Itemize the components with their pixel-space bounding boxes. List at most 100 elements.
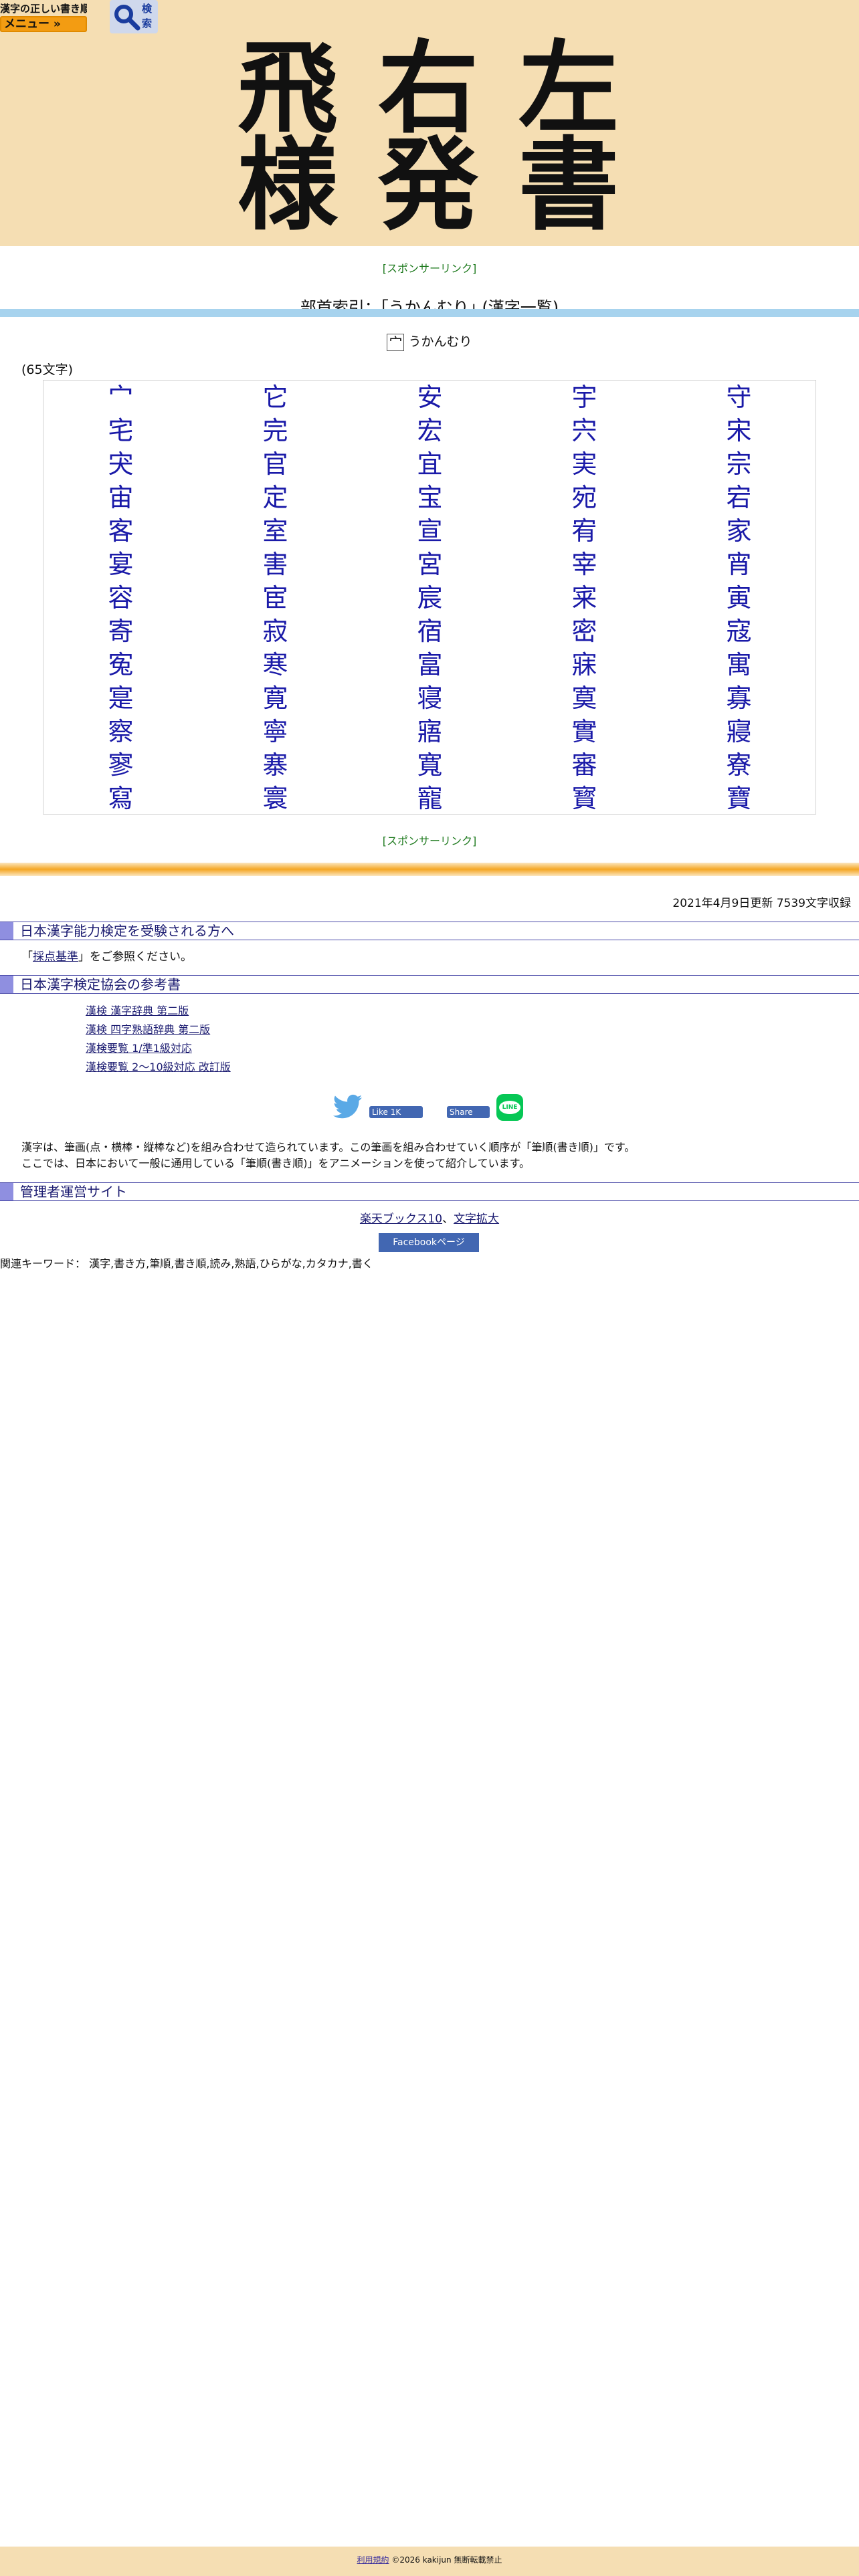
text-zoom-link[interactable]: 文字拡大 xyxy=(454,1212,499,1226)
kanji-link[interactable]: 客 xyxy=(43,514,198,548)
book-link[interactable]: 漢検要覧 2～10級対応 改訂版 xyxy=(86,1058,231,1077)
share-buttons: Like 1K Share LINE xyxy=(0,1094,859,1121)
kanji-link[interactable]: 宷 xyxy=(507,581,662,615)
kanji-link[interactable]: 家 xyxy=(662,514,816,548)
kanji-link[interactable]: 宰 xyxy=(507,548,662,581)
kanji-link[interactable]: 宅 xyxy=(43,414,198,447)
books-heading: 日本漢字検定協会の参考書 xyxy=(0,975,859,994)
hero-char: 発 xyxy=(377,126,478,244)
facebook-like-button[interactable]: Like 1K xyxy=(369,1106,423,1118)
search-icon xyxy=(114,5,140,31)
kanji-link[interactable]: 寥 xyxy=(43,748,198,782)
kanji-link[interactable]: 宊 xyxy=(43,447,198,481)
kanji-link[interactable]: 寔 xyxy=(43,681,198,715)
kanji-link[interactable]: 寄 xyxy=(43,615,198,648)
kanji-link[interactable]: 宮 xyxy=(353,548,507,581)
kanji-link[interactable]: 宙 xyxy=(43,481,198,514)
copyright: ©2026 kakijun 無断転載禁止 xyxy=(389,2555,502,2565)
menu-button[interactable]: メニュー » xyxy=(0,16,87,32)
kanji-link[interactable]: 宕 xyxy=(662,481,816,514)
kanji-link[interactable]: 宜 xyxy=(353,447,507,481)
kanji-link[interactable]: 寳 xyxy=(507,782,662,815)
kanji-link[interactable]: 安 xyxy=(353,381,507,414)
kanji-link[interactable]: 宇 xyxy=(507,381,662,414)
kanji-link[interactable]: 室 xyxy=(198,514,353,548)
site-logo[interactable]: 漢字の正しい書き順(筆順) xyxy=(0,0,87,17)
kanji-link[interactable]: 寵 xyxy=(353,782,507,815)
description-line-2: ここでは、日本において一般に通用している「筆順(書き順)」をアニメーションを使っ… xyxy=(21,1157,531,1170)
kanji-link[interactable]: 寅 xyxy=(662,581,816,615)
kanji-link[interactable]: 密 xyxy=(507,615,662,648)
kanji-link[interactable]: 寡 xyxy=(662,681,816,715)
kanji-link[interactable]: 宀 xyxy=(43,381,198,414)
kanji-link[interactable]: 宗 xyxy=(662,447,816,481)
facebook-page-button[interactable]: Facebookページ xyxy=(379,1233,479,1252)
search-button[interactable]: 検索 xyxy=(110,0,158,33)
kanji-link[interactable]: 寫 xyxy=(43,782,198,815)
book-link[interactable]: 漢検 漢字辞典 第二版 xyxy=(86,1002,231,1021)
kanji-link[interactable]: 寮 xyxy=(662,748,816,782)
kanji-link[interactable]: 完 xyxy=(198,414,353,447)
radical-heading: 宀うかんむり xyxy=(0,332,859,351)
kanji-link[interactable]: 寂 xyxy=(198,615,353,648)
exam-heading: 日本漢字能力検定を受験される方へ xyxy=(0,922,859,940)
kanji-link[interactable]: 審 xyxy=(507,748,662,782)
kanji-link[interactable]: 守 xyxy=(662,381,816,414)
terms-link[interactable]: 利用規約 xyxy=(357,2555,389,2565)
kanji-link[interactable]: 宍 xyxy=(507,414,662,447)
kanji-link[interactable]: 容 xyxy=(43,581,198,615)
book-link[interactable]: 漢検要覧 1/準1級対応 xyxy=(86,1039,231,1058)
admin-heading: 管理者運営サイト xyxy=(0,1182,859,1201)
kanji-link[interactable]: 察 xyxy=(43,715,198,748)
kanji-link[interactable]: 寃 xyxy=(43,648,198,681)
kanji-link[interactable]: 宏 xyxy=(353,414,507,447)
kanji-link[interactable]: 寬 xyxy=(353,748,507,782)
kanji-link[interactable]: 宸 xyxy=(353,581,507,615)
kanji-link[interactable]: 寐 xyxy=(507,648,662,681)
kanji-link[interactable]: 官 xyxy=(198,447,353,481)
kanji-link[interactable]: 實 xyxy=(507,715,662,748)
kanji-link[interactable]: 宥 xyxy=(507,514,662,548)
kanji-link[interactable]: 宣 xyxy=(353,514,507,548)
rakuten-books-link[interactable]: 楽天ブックス10 xyxy=(360,1212,442,1226)
kanji-link[interactable]: 寶 xyxy=(662,782,816,815)
kanji-link[interactable]: 寨 xyxy=(198,748,353,782)
section-divider xyxy=(0,863,859,876)
kanji-link[interactable]: 実 xyxy=(507,447,662,481)
notice-prefix: 「 xyxy=(21,950,33,964)
kanji-link[interactable]: 定 xyxy=(198,481,353,514)
kanji-link[interactable]: 寰 xyxy=(198,782,353,815)
kanji-link[interactable]: 寛 xyxy=(198,681,353,715)
line-share-icon[interactable]: LINE xyxy=(496,1094,523,1121)
kanji-link[interactable]: 害 xyxy=(198,548,353,581)
site-header: 漢字の正しい書き順(筆順) メニュー » 検索 飛 右 左 様 発 書 xyxy=(0,0,859,246)
kanji-link[interactable]: 宦 xyxy=(198,581,353,615)
kanji-link[interactable]: 宿 xyxy=(353,615,507,648)
kanji-link[interactable]: 富 xyxy=(353,648,507,681)
kanji-link[interactable]: 寤 xyxy=(353,715,507,748)
kanji-link[interactable]: 寇 xyxy=(662,615,816,648)
hero-char: 様 xyxy=(237,126,338,244)
site-description: 漢字は、筆画(点・横棒・縦棒など)を組み合わせて造られています。この筆画を組み合… xyxy=(21,1140,635,1172)
radical-glyph: 宀 xyxy=(387,333,405,351)
hero-char: 右 xyxy=(377,29,478,147)
twitter-icon[interactable] xyxy=(333,1094,363,1119)
kanji-link[interactable]: 宋 xyxy=(662,414,816,447)
kanji-link[interactable]: 寢 xyxy=(662,715,816,748)
kanji-link[interactable]: 宴 xyxy=(43,548,198,581)
radical-name: うかんむり xyxy=(408,334,472,349)
kanji-link[interactable]: 寞 xyxy=(507,681,662,715)
kanji-link[interactable]: 寒 xyxy=(198,648,353,681)
search-label: 検索 xyxy=(142,3,153,29)
title-divider xyxy=(0,309,859,317)
kanji-link[interactable]: 寧 xyxy=(198,715,353,748)
scoring-criteria-link[interactable]: 採点基準 xyxy=(33,950,78,964)
kanji-link[interactable]: 宵 xyxy=(662,548,816,581)
book-link[interactable]: 漢検 四字熟語辞典 第二版 xyxy=(86,1021,231,1039)
kanji-link[interactable]: 宛 xyxy=(507,481,662,514)
facebook-share-button[interactable]: Share xyxy=(447,1106,490,1118)
kanji-link[interactable]: 它 xyxy=(198,381,353,414)
kanji-link[interactable]: 寓 xyxy=(662,648,816,681)
kanji-link[interactable]: 宝 xyxy=(353,481,507,514)
kanji-link[interactable]: 寝 xyxy=(353,681,507,715)
